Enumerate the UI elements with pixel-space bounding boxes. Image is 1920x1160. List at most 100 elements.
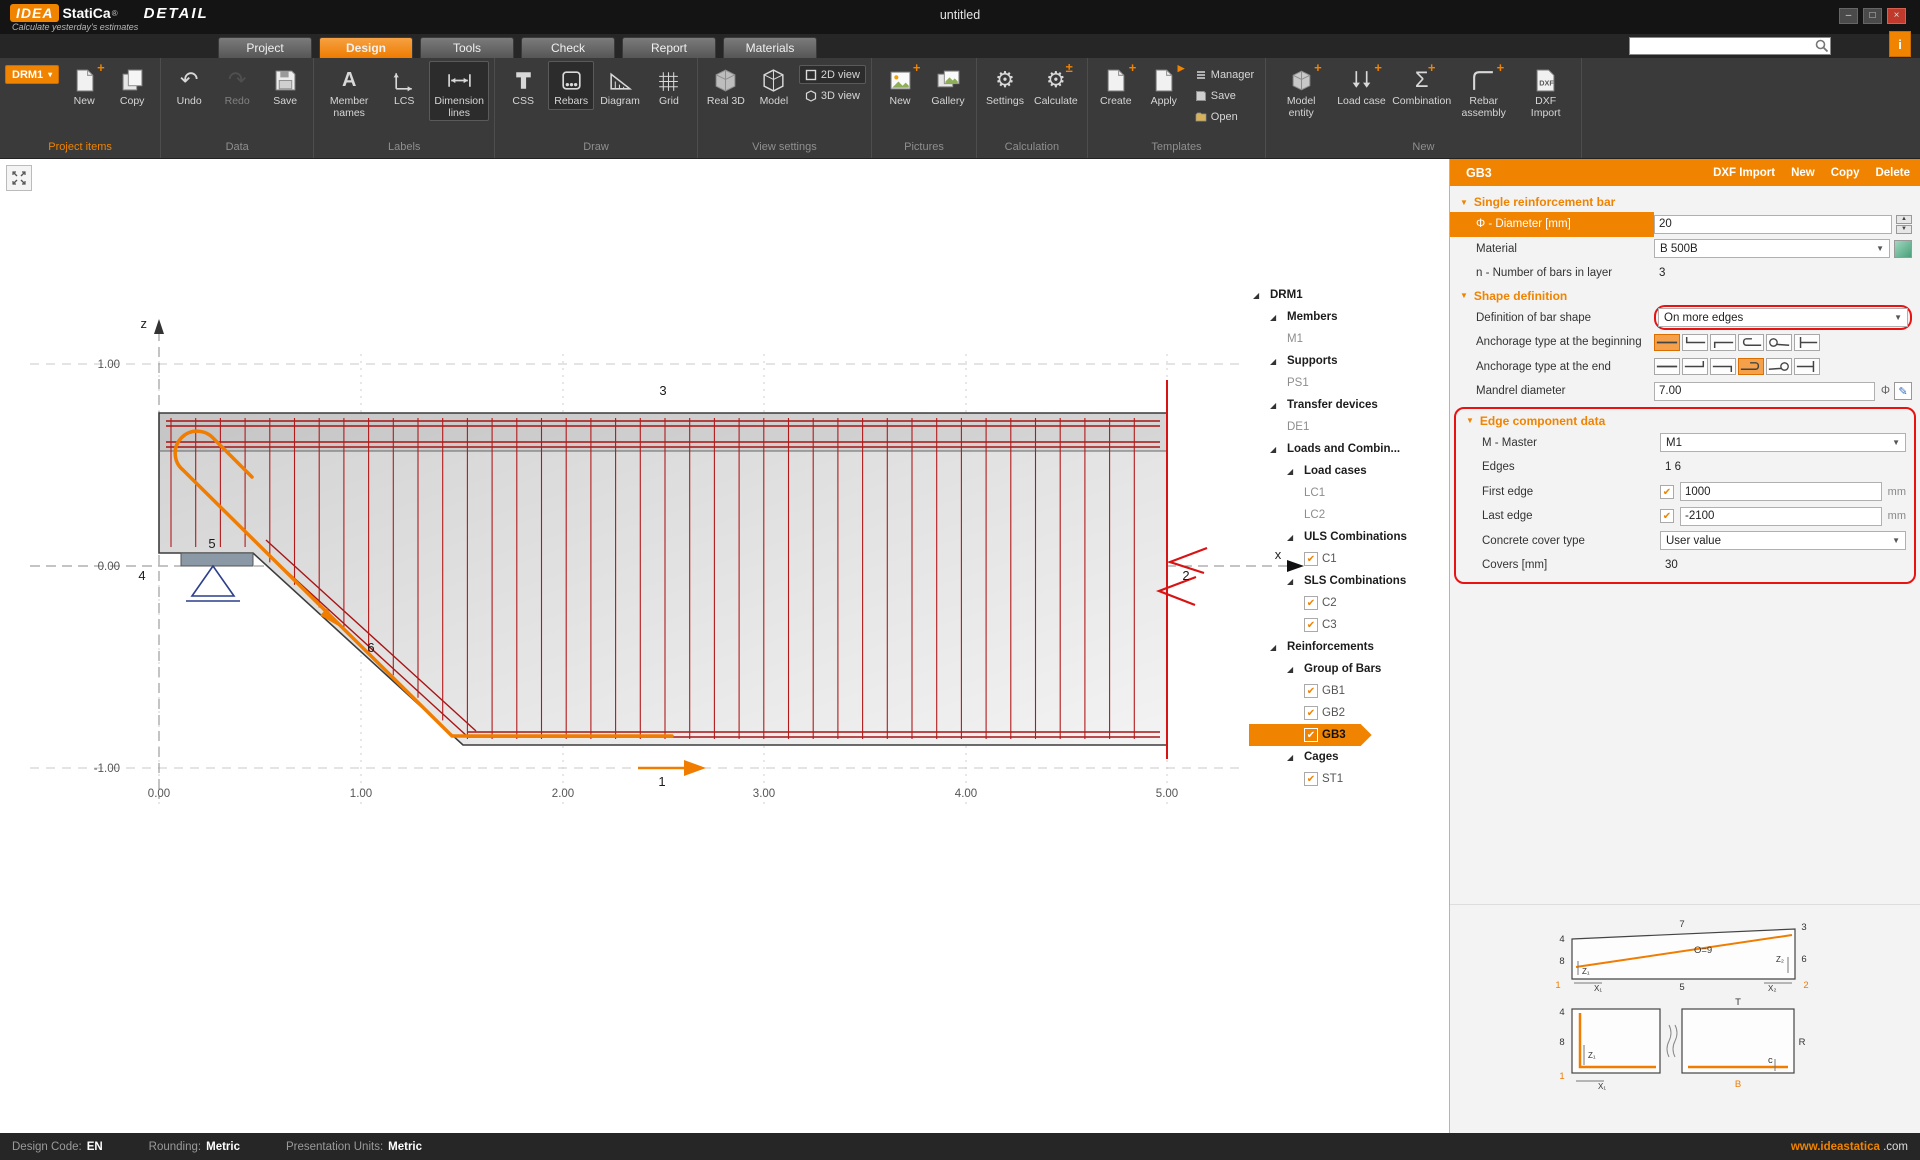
maximize-button[interactable]: □: [1863, 8, 1882, 24]
tree-item[interactable]: ◢ SLS Combinations: [1249, 570, 1418, 592]
redo-button[interactable]: ↷ Redo: [214, 61, 260, 110]
bars-in-layer-value[interactable]: 3: [1654, 267, 1665, 279]
tree-item[interactable]: LC1: [1249, 482, 1337, 504]
anchorage-hook-down-button[interactable]: [1710, 358, 1736, 375]
create-template-button[interactable]: + Create: [1093, 61, 1139, 110]
material-select[interactable]: B 500B ▼: [1654, 239, 1890, 258]
anchorage-straight-button[interactable]: [1654, 358, 1680, 375]
undo-button[interactable]: ↶ Undo: [166, 61, 212, 110]
gallery-button[interactable]: Gallery: [925, 61, 971, 110]
beam-outline[interactable]: [159, 413, 1167, 745]
grid-button[interactable]: Grid: [646, 61, 692, 110]
anchorage-hook-up-button[interactable]: [1682, 334, 1708, 351]
anchorage-headed-button[interactable]: [1794, 358, 1820, 375]
anchorage-hook-down-button[interactable]: [1710, 334, 1736, 351]
search-box[interactable]: [1629, 37, 1831, 55]
checkbox-icon[interactable]: ✔: [1304, 706, 1318, 720]
tree-item[interactable]: M1: [1249, 328, 1315, 350]
anchorage-hook-180-button[interactable]: [1738, 334, 1764, 351]
anchorage-loop-button[interactable]: [1766, 358, 1792, 375]
apply-template-button[interactable]: ▸ Apply: [1141, 61, 1187, 110]
dimension-lines-button[interactable]: Dimension lines: [429, 61, 489, 121]
combination-button[interactable]: Σ+ Combination: [1392, 61, 1452, 110]
tree-item[interactable]: PS1: [1249, 372, 1321, 394]
minimize-button[interactable]: –: [1839, 8, 1858, 24]
rebars-button[interactable]: Rebars: [548, 61, 594, 110]
tree-item[interactable]: ◢ Reinforcements: [1249, 636, 1386, 658]
tree-item[interactable]: ✔ C2: [1249, 592, 1349, 614]
lcs-button[interactable]: LCS: [381, 61, 427, 110]
last-edge-input[interactable]: [1680, 507, 1882, 526]
cover-type-select[interactable]: User value ▼: [1660, 531, 1906, 550]
anchorage-hook-up-button[interactable]: [1682, 358, 1708, 375]
checkbox-icon[interactable]: ✔: [1304, 552, 1318, 566]
mandrel-input[interactable]: [1654, 382, 1875, 401]
support-symbol[interactable]: [181, 553, 253, 601]
2d-view-button[interactable]: 2D view: [799, 65, 866, 84]
tree-item[interactable]: DE1: [1249, 416, 1321, 438]
tree-item[interactable]: ◢ Supports: [1249, 350, 1349, 372]
tree-item[interactable]: ◢ Load cases: [1249, 460, 1379, 482]
checkbox-icon[interactable]: ✔: [1304, 684, 1318, 698]
tree-item[interactable]: ✔ ST1: [1249, 768, 1355, 790]
tab[interactable]: Materials: [723, 37, 817, 58]
tree-item[interactable]: ✔ GB1: [1249, 680, 1357, 702]
anchorage-loop-button[interactable]: [1766, 334, 1792, 351]
tree-item[interactable]: ◢ Loads and Combin...: [1249, 438, 1412, 460]
covers-value[interactable]: 30: [1660, 559, 1678, 571]
tab[interactable]: Project: [218, 37, 312, 58]
diagram-button[interactable]: Diagram: [596, 61, 644, 110]
tree-item[interactable]: ✔ GB3: [1249, 724, 1372, 746]
checkbox-icon[interactable]: ✔: [1304, 728, 1318, 742]
project-item-selector[interactable]: DRM1 ▾: [5, 65, 59, 84]
tab[interactable]: Report: [622, 37, 716, 58]
last-edge-checkbox[interactable]: ✔: [1660, 509, 1674, 523]
diameter-spinner[interactable]: ▲ ▼: [1896, 215, 1912, 234]
real-3d-button[interactable]: Real 3D: [703, 61, 749, 110]
material-detail-button[interactable]: [1894, 240, 1912, 258]
first-edge-input[interactable]: [1680, 482, 1882, 501]
tree-item[interactable]: ◢ Transfer devices: [1249, 394, 1390, 416]
css-button[interactable]: CSS: [500, 61, 546, 110]
tree-item[interactable]: ✔ C1: [1249, 548, 1349, 570]
tab[interactable]: Tools: [420, 37, 514, 58]
close-button[interactable]: ×: [1887, 8, 1906, 24]
save-button[interactable]: Save: [262, 61, 308, 110]
spin-down-icon[interactable]: ▼: [1896, 225, 1912, 234]
header-action-button[interactable]: Copy: [1831, 167, 1860, 179]
tree-item[interactable]: ◢ ULS Combinations: [1249, 526, 1419, 548]
fit-view-button[interactable]: [6, 165, 32, 191]
tree-item[interactable]: ◢ Cages: [1249, 746, 1351, 768]
section-single-reinforcement-bar[interactable]: ▼ Single reinforcement bar: [1450, 192, 1920, 212]
header-action-button[interactable]: DXF Import: [1713, 167, 1775, 179]
tab[interactable]: Design: [319, 37, 413, 58]
model-entity-button[interactable]: + Model entity: [1271, 61, 1331, 121]
tree-item[interactable]: LC2: [1249, 504, 1337, 526]
spin-up-icon[interactable]: ▲: [1896, 215, 1912, 224]
dxf-import-button[interactable]: DXF DXF Import: [1516, 61, 1576, 121]
first-edge-checkbox[interactable]: ✔: [1660, 485, 1674, 499]
checkbox-icon[interactable]: ✔: [1304, 772, 1318, 786]
3d-view-button[interactable]: 3D view: [799, 86, 866, 105]
new-picture-button[interactable]: + New: [877, 61, 923, 110]
tree-item[interactable]: ✔ C3: [1249, 614, 1349, 636]
info-button[interactable]: i: [1889, 31, 1911, 57]
search-input[interactable]: [1630, 39, 1814, 53]
member-names-button[interactable]: A Member names: [319, 61, 379, 121]
template-manager-button[interactable]: Manager: [1189, 65, 1260, 84]
settings-button[interactable]: ⚙ Settings: [982, 61, 1028, 110]
tree-item[interactable]: ◢ DRM1: [1249, 284, 1315, 306]
template-open-button[interactable]: Open: [1189, 107, 1260, 126]
edit-pencil-button[interactable]: ✎: [1894, 382, 1912, 400]
checkbox-icon[interactable]: ✔: [1304, 596, 1318, 610]
load-case-button[interactable]: + Load case: [1333, 61, 1389, 110]
tree-item[interactable]: ◢ Members: [1249, 306, 1350, 328]
tree-item[interactable]: ◢ Group of Bars: [1249, 658, 1393, 680]
tab[interactable]: Check: [521, 37, 615, 58]
master-select[interactable]: M1 ▼: [1660, 433, 1906, 452]
new-project-item-button[interactable]: + New: [61, 61, 107, 110]
design-canvas[interactable]: z x: [0, 159, 1449, 1133]
calculate-button[interactable]: ⚙± Calculate: [1030, 61, 1082, 110]
diameter-input[interactable]: [1654, 215, 1892, 234]
copy-project-item-button[interactable]: Copy: [109, 61, 155, 110]
